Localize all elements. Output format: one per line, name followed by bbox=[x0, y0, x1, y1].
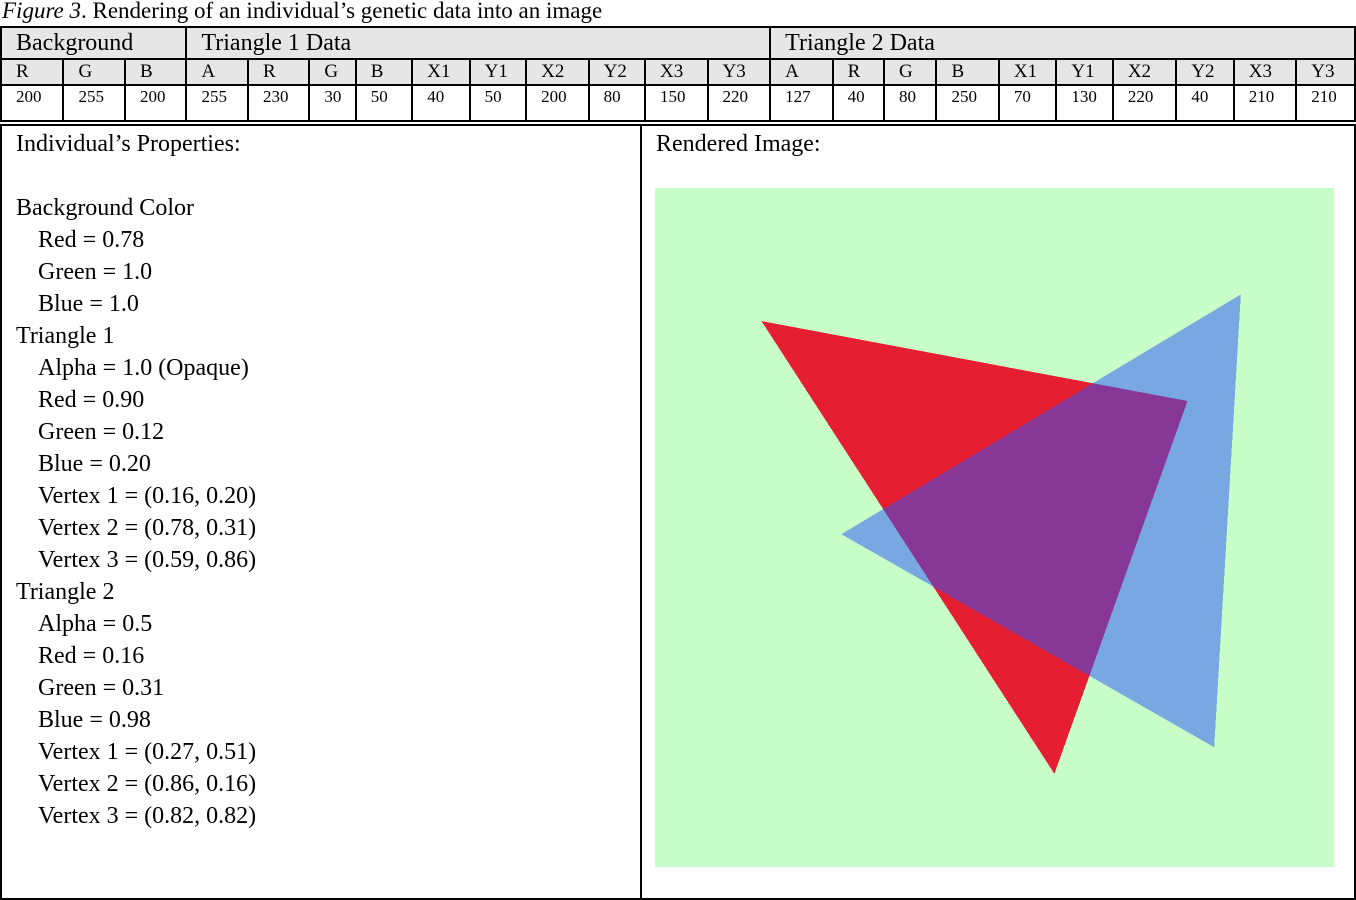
triangle-2-property: Vertex 3 = (0.82, 0.82) bbox=[38, 803, 257, 829]
properties-list: Individual’s Properties: Background Colo… bbox=[16, 128, 256, 832]
triangle-2-value-r: 40 bbox=[831, 84, 886, 122]
triangle-2-property: Alpha = 0.5 bbox=[38, 611, 153, 637]
triangle-2-header-y2: Y2 bbox=[1175, 58, 1235, 86]
triangle-1-value-y2: 80 bbox=[587, 84, 647, 122]
triangle-1-property: Vertex 1 = (0.16, 0.20) bbox=[38, 483, 257, 509]
triangle-2-header-r: R bbox=[831, 58, 886, 86]
triangle-1-value-a: 255 bbox=[185, 84, 249, 122]
group-triangle-1: Triangle 1 Data bbox=[185, 26, 772, 60]
background-property: Blue = 1.0 bbox=[38, 291, 139, 317]
triangle-2-header-g: G bbox=[883, 58, 938, 86]
triangle-2-value-x3: 210 bbox=[1232, 84, 1298, 122]
group-header-row: Background Triangle 1 Data Triangle 2 Da… bbox=[0, 26, 1356, 60]
triangle-2-property: Green = 0.31 bbox=[38, 675, 165, 701]
triangle-1-header-y2: Y2 bbox=[587, 58, 647, 86]
rendered-image bbox=[655, 188, 1334, 867]
background-value-g: 255 bbox=[62, 84, 126, 122]
triangle-1-property: Red = 0.90 bbox=[38, 387, 145, 413]
triangle-2-value-x2: 220 bbox=[1111, 84, 1178, 122]
rendered-image-panel: Rendered Image: bbox=[640, 124, 1356, 900]
figure-caption: Figure 3. Rendering of an individual’s g… bbox=[2, 0, 602, 26]
background-heading: Background Color bbox=[16, 195, 194, 221]
triangle-2-value-y1: 130 bbox=[1055, 84, 1114, 122]
triangle-2-header-y1: Y1 bbox=[1055, 58, 1114, 86]
triangle-2-heading: Triangle 2 bbox=[16, 579, 115, 605]
triangle-2-value-y3: 210 bbox=[1295, 84, 1356, 122]
triangle-1-value-x3: 150 bbox=[644, 84, 709, 122]
triangle-1-property: Vertex 2 = (0.78, 0.31) bbox=[38, 515, 257, 541]
triangle-1-heading: Triangle 1 bbox=[16, 323, 115, 349]
background-property: Red = 0.78 bbox=[38, 227, 145, 253]
triangle-2-value-g: 80 bbox=[883, 84, 938, 122]
triangle-2-value-x1: 70 bbox=[997, 84, 1058, 122]
column-header-row: R G B A R G B X1 Y1 X2 Y2 X3 Y3 A R G B X1 Y1 X2 Y2 X3 Y3 bbox=[0, 58, 1356, 86]
gene-table: Background Triangle 1 Data Triangle 2 Da… bbox=[0, 26, 1356, 122]
figure-caption-text: . Rendering of an individual’s genetic d… bbox=[81, 0, 603, 23]
triangle-1-header-y3: Y3 bbox=[706, 58, 772, 86]
triangle-1-property: Blue = 0.20 bbox=[38, 451, 151, 477]
background-header-b: B bbox=[123, 58, 188, 86]
triangle-1-value-g: 30 bbox=[308, 84, 357, 122]
figure-label: Figure 3 bbox=[2, 0, 81, 23]
background-header-g: G bbox=[62, 58, 126, 86]
triangle-1-property: Green = 0.12 bbox=[38, 419, 165, 445]
triangle-2-header-a: A bbox=[769, 58, 834, 86]
triangle-1-header-b: B bbox=[354, 58, 414, 86]
background-value-b: 200 bbox=[123, 84, 188, 122]
triangle-2-header-b: B bbox=[935, 58, 1000, 86]
properties-title: Individual’s Properties: bbox=[16, 131, 241, 157]
triangle-2-header-x1: X1 bbox=[997, 58, 1058, 86]
triangle-2-property: Vertex 2 = (0.86, 0.16) bbox=[38, 771, 257, 797]
triangle-1-header-x1: X1 bbox=[411, 58, 471, 86]
rendered-image-title: Rendered Image: bbox=[656, 131, 821, 157]
triangle-2-value-b: 250 bbox=[935, 84, 1000, 122]
properties-panel: Individual’s Properties: Background Colo… bbox=[0, 124, 642, 900]
triangle-1-property: Alpha = 1.0 (Opaque) bbox=[38, 355, 249, 381]
triangle-1-header-a: A bbox=[185, 58, 249, 86]
triangle-1-header-x3: X3 bbox=[644, 58, 709, 86]
value-row: 200 255 200 255 230 30 50 40 50 200 80 150 220 127 40 8… bbox=[0, 84, 1356, 122]
background-property: Green = 1.0 bbox=[38, 259, 153, 285]
background-properties: Red = 0.78 Green = 1.0 Blue = 1.0 bbox=[16, 224, 256, 320]
triangle-1-value-y1: 50 bbox=[468, 84, 528, 122]
group-triangle-2: Triangle 2 Data bbox=[769, 26, 1356, 60]
triangle-1-value-b: 50 bbox=[354, 84, 414, 122]
background-header-r: R bbox=[0, 58, 65, 86]
triangle-1-header-y1: Y1 bbox=[468, 58, 528, 86]
triangle-2-header-x2: X2 bbox=[1111, 58, 1178, 86]
triangle-1-properties: Alpha = 1.0 (Opaque) Red = 0.90 Green = 0.… bbox=[16, 352, 256, 576]
triangle-2-header-x3: X3 bbox=[1232, 58, 1298, 86]
triangle-2-property: Vertex 1 = (0.27, 0.51) bbox=[38, 739, 257, 765]
triangle-1-header-r: R bbox=[246, 58, 311, 86]
triangle-1-value-x2: 200 bbox=[525, 84, 590, 122]
triangle-1-property: Vertex 3 = (0.59, 0.86) bbox=[38, 547, 257, 573]
triangle-2-property: Red = 0.16 bbox=[38, 643, 145, 669]
triangle-2-properties: Alpha = 0.5 Red = 0.16 Green = 0.31 Blue = … bbox=[16, 608, 256, 832]
triangle-1-value-r: 230 bbox=[246, 84, 311, 122]
group-background: Background bbox=[0, 26, 188, 60]
triangle-2-value-y2: 40 bbox=[1175, 84, 1235, 122]
triangle-1-value-x1: 40 bbox=[411, 84, 471, 122]
triangle-1-value-y3: 220 bbox=[706, 84, 772, 122]
triangle-1-header-x2: X2 bbox=[525, 58, 590, 86]
triangle-2-property: Blue = 0.98 bbox=[38, 707, 151, 733]
triangle-2-header-y3: Y3 bbox=[1295, 58, 1356, 86]
background-value-r: 200 bbox=[0, 84, 65, 122]
triangle-2-value-a: 127 bbox=[769, 84, 834, 122]
triangle-1-header-g: G bbox=[308, 58, 357, 86]
